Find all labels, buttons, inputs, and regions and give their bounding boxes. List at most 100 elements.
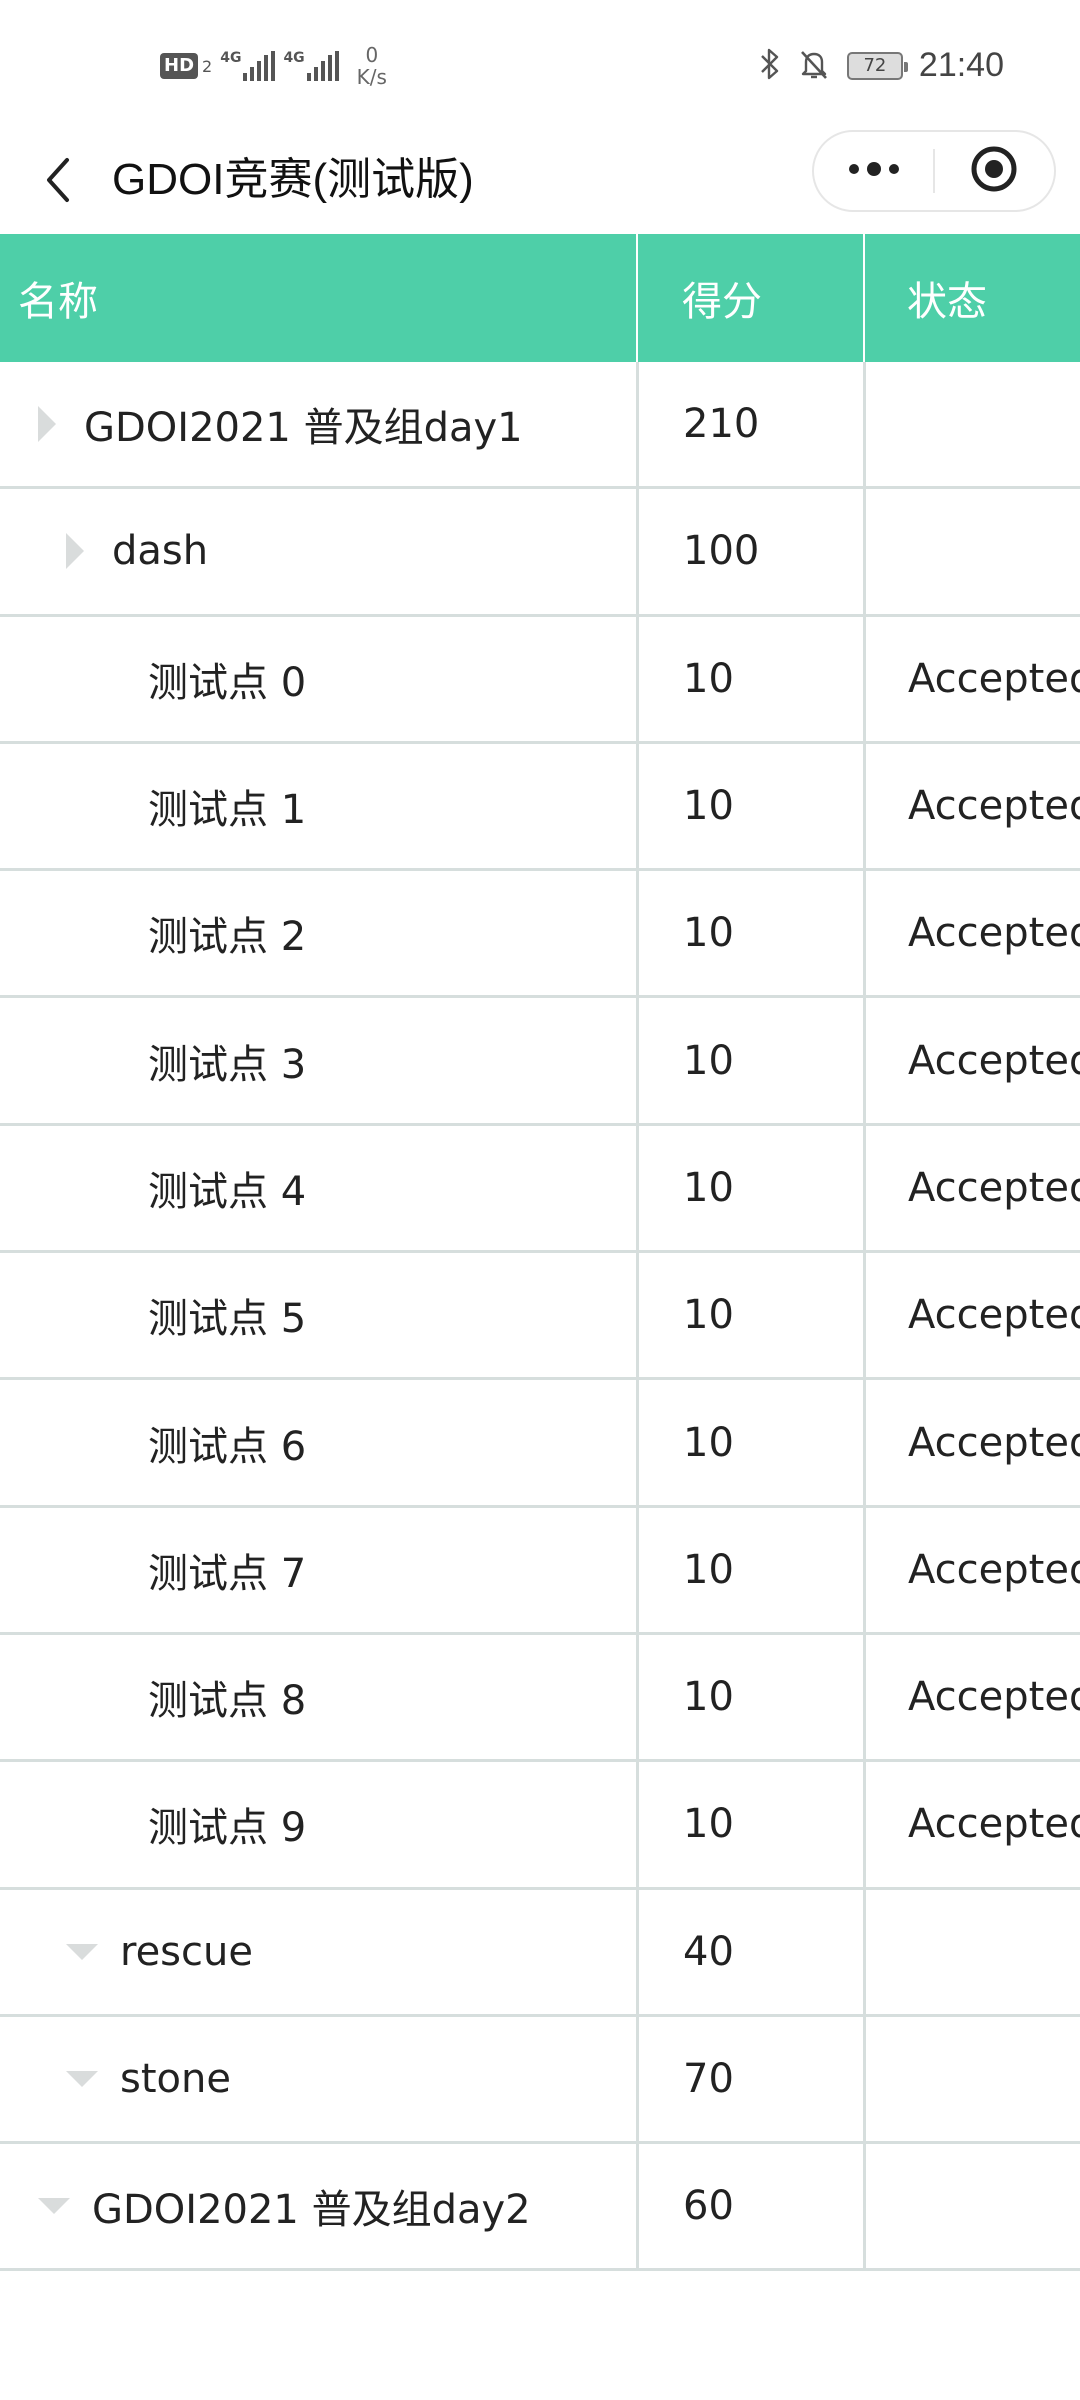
row-name: GDOI2021 普及组day1 — [84, 405, 523, 452]
close-miniprogram-button[interactable] — [935, 132, 1054, 210]
row-name: 测试点 0 — [148, 659, 307, 706]
row-status — [863, 489, 1080, 614]
table-row[interactable]: 测试点 9 10 Accepted — [0, 1762, 1080, 1890]
table-row[interactable]: 测试点 2 10 Accepted — [0, 871, 1080, 999]
row-score: 10 — [636, 1762, 863, 1887]
table-row[interactable]: 测试点 8 10 Accepted — [0, 1634, 1080, 1763]
nav-bar: GDOI竞赛(测试版) — [0, 130, 1080, 234]
signal-icon-sim1: 4G — [220, 50, 276, 81]
table-row[interactable]: 测试点 1 10 Accepted — [0, 743, 1080, 872]
row-name-cell: 测试点 3 — [0, 998, 636, 1122]
table-row[interactable]: 测试点 4 10 Accepted — [0, 1125, 1080, 1254]
more-dots-icon — [846, 161, 902, 181]
row-name-cell: dash — [0, 489, 636, 613]
battery-level: 72 — [863, 55, 887, 76]
row-status: Accepted — [863, 998, 1080, 1123]
expand-arrow-down-icon[interactable] — [66, 1943, 98, 1960]
row-name: 测试点 4 — [148, 1168, 307, 1215]
row-score: 40 — [636, 1889, 863, 2014]
row-name-cell: 测试点 9 — [0, 1762, 636, 1886]
network-type-label: 4G — [283, 50, 305, 66]
status-clock: 21:40 — [918, 46, 1004, 84]
row-score: 10 — [636, 1125, 863, 1251]
hd-voice-icon: HD — [160, 53, 199, 79]
table-row[interactable]: 测试点 0 10 Accepted — [0, 616, 1080, 744]
row-name: 测试点 8 — [148, 1678, 307, 1725]
row-status — [863, 1889, 1080, 2014]
expand-arrow-down-icon[interactable] — [38, 2198, 70, 2215]
row-status: Accepted — [863, 1762, 1080, 1887]
row-score: 210 — [636, 362, 863, 487]
row-score: 10 — [636, 1634, 863, 1760]
target-circle-icon — [969, 144, 1019, 198]
mute-bell-icon — [797, 47, 831, 85]
row-name-cell: 测试点 0 — [0, 617, 636, 741]
header-name[interactable]: 名称 — [0, 234, 636, 362]
row-name: GDOI2021 普及组day2 — [92, 2187, 531, 2234]
table-row[interactable]: 测试点 6 10 Accepted — [0, 1380, 1080, 1508]
row-score: 10 — [636, 1507, 863, 1632]
row-status: Accepted — [863, 1125, 1080, 1251]
network-speed-value: 0 — [365, 43, 379, 67]
row-name-cell: rescue — [0, 1890, 636, 2014]
row-score: 10 — [636, 616, 863, 741]
table-row[interactable]: 测试点 7 10 Accepted — [0, 1507, 1080, 1635]
row-score: 10 — [636, 998, 863, 1123]
row-status: Accepted — [863, 743, 1080, 869]
row-name: 测试点 3 — [148, 1041, 307, 1088]
table-body: GDOI2021 普及组day1 210 dash 100 测试点 0 10 A… — [0, 362, 1080, 2272]
status-bar: HD 2 4G 4G 0 K/s 72 21:40 — [0, 0, 1080, 130]
row-name-cell: 测试点 1 — [0, 744, 636, 868]
row-status — [863, 362, 1080, 487]
table-row[interactable]: dash 100 — [0, 489, 1080, 617]
header-score[interactable]: 得分 — [636, 234, 863, 362]
row-status: Accepted — [863, 1634, 1080, 1760]
row-name-cell: 测试点 7 — [0, 1508, 636, 1632]
row-name: dash — [112, 528, 209, 575]
row-name-cell: 测试点 8 — [0, 1635, 636, 1759]
row-score: 100 — [636, 489, 863, 614]
chevron-left-icon — [43, 156, 73, 208]
row-score: 10 — [636, 871, 863, 996]
row-status — [863, 2144, 1080, 2269]
expand-arrow-right-icon[interactable] — [38, 406, 56, 443]
row-score: 10 — [636, 743, 863, 869]
network-type-label: 4G — [220, 50, 242, 66]
back-button[interactable] — [30, 152, 86, 212]
row-name-cell: GDOI2021 普及组day1 — [0, 362, 636, 486]
battery-icon: 72 — [846, 51, 908, 80]
expand-arrow-down-icon[interactable] — [66, 2071, 98, 2087]
status-left-group: HD 2 4G 4G 0 K/s — [160, 44, 387, 88]
hd-sim-index: 2 — [202, 56, 213, 76]
row-name-cell: 测试点 2 — [0, 871, 636, 995]
row-name: 测试点 7 — [148, 1550, 307, 1597]
row-name: 测试点 6 — [148, 1423, 307, 1470]
results-table: 名称 得分 状态 GDOI2021 普及组day1 210 dash 100 测… — [0, 234, 1080, 2272]
header-status[interactable]: 状态 — [863, 234, 1080, 362]
row-status: Accepted — [863, 1253, 1080, 1378]
row-name-cell: 测试点 4 — [0, 1126, 636, 1250]
row-score: 60 — [636, 2144, 863, 2269]
row-status: Accepted — [863, 1507, 1080, 1632]
table-row[interactable]: stone 70 — [0, 2016, 1080, 2145]
row-name-cell: 测试点 6 — [0, 1380, 636, 1504]
row-name-cell: stone — [0, 2017, 636, 2141]
table-row[interactable]: rescue 40 — [0, 1889, 1080, 2017]
more-menu-button[interactable] — [814, 132, 933, 210]
table-row[interactable]: GDOI2021 普及组day2 60 — [0, 2144, 1080, 2272]
signal-bars — [306, 51, 339, 81]
row-name: rescue — [120, 1928, 253, 1975]
table-row[interactable]: 测试点 5 10 Accepted — [0, 1253, 1080, 1381]
row-name-cell: 测试点 5 — [0, 1253, 636, 1377]
row-status: Accepted — [863, 616, 1080, 741]
table-row[interactable]: 测试点 3 10 Accepted — [0, 998, 1080, 1126]
signal-bars — [243, 51, 276, 81]
miniprogram-capsule — [812, 130, 1056, 212]
expand-arrow-right-icon[interactable] — [66, 533, 84, 570]
row-score: 10 — [636, 1380, 863, 1505]
row-name: 测试点 1 — [148, 787, 307, 834]
table-row[interactable]: GDOI2021 普及组day1 210 — [0, 362, 1080, 490]
row-name-cell: GDOI2021 普及组day2 — [0, 2144, 636, 2268]
row-name: 测试点 5 — [148, 1296, 307, 1343]
status-right-group: 72 21:40 — [759, 46, 1004, 85]
